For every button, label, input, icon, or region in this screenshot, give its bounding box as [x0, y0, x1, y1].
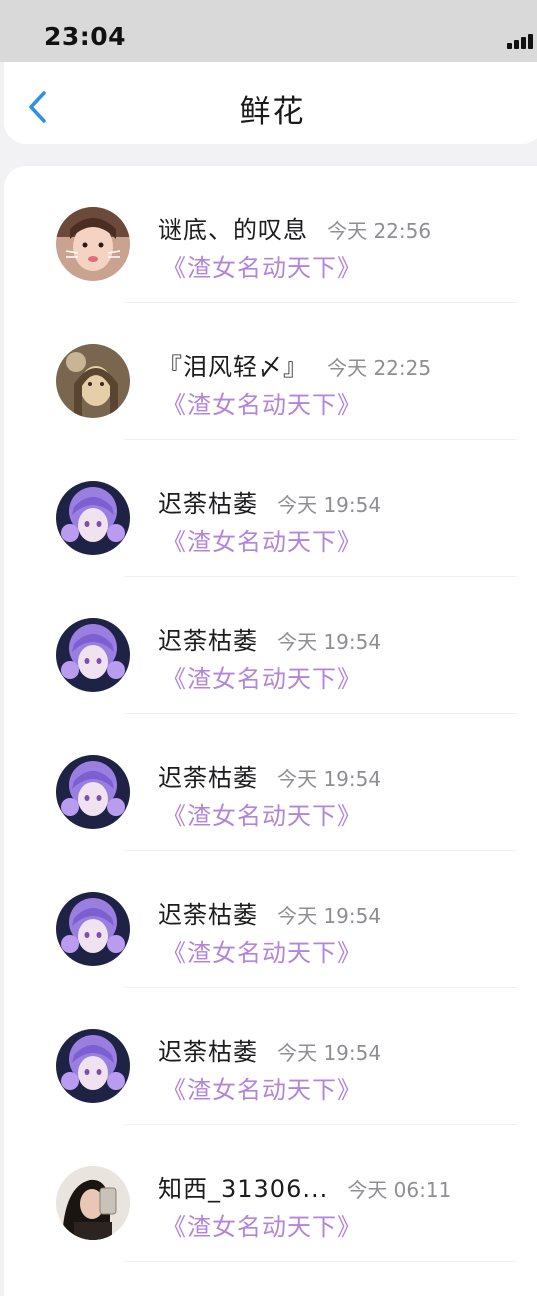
- list-item[interactable]: 谜底、的叹息 今天 22:56 《渣女名动天下》: [4, 166, 537, 303]
- timestamp: 今天 06:11: [347, 1178, 452, 1202]
- timestamp: 今天 22:25: [327, 356, 432, 380]
- list-item[interactable]: 迟荼枯萎 今天 19:54 《渣女名动天下》: [4, 714, 537, 851]
- user-name: 谜底、的叹息: [158, 216, 308, 244]
- avatar: [56, 481, 130, 555]
- gift-book-title: 《渣女名动天下》: [162, 939, 362, 967]
- signal-icon: [507, 33, 537, 49]
- gift-book-title: 《渣女名动天下》: [162, 1213, 362, 1241]
- gift-book-title: 《渣女名动天下》: [162, 528, 362, 556]
- avatar: [56, 207, 130, 281]
- timestamp: 今天 19:54: [277, 1041, 382, 1065]
- user-name: 『泪风轻〆』: [158, 353, 308, 381]
- timestamp: 今天 22:56: [327, 219, 432, 243]
- list-item[interactable]: 『泪风轻〆』 今天 22:25 《渣女名动天下》: [4, 303, 537, 440]
- list-item[interactable]: 迟荼枯萎 今天 19:54 《渣女名动天下》: [4, 440, 537, 577]
- user-name: 知西_31306...: [158, 1175, 329, 1203]
- avatar: [56, 755, 130, 829]
- list-item[interactable]: 迟荼枯萎 今天 19:54 《渣女名动天下》: [4, 988, 537, 1125]
- flower-list: 谜底、的叹息 今天 22:56 《渣女名动天下》 『泪风轻〆』 今天 22:25…: [4, 166, 537, 1296]
- avatar: [56, 892, 130, 966]
- user-name: 迟荼枯萎: [158, 490, 258, 518]
- user-name: 迟荼枯萎: [158, 627, 258, 655]
- list-item[interactable]: 迟荼枯萎 今天 19:54 《渣女名动天下》: [4, 851, 537, 988]
- timestamp: 今天 19:54: [277, 904, 382, 928]
- gift-book-title: 《渣女名动天下》: [162, 1076, 362, 1104]
- avatar: [56, 1029, 130, 1103]
- gift-book-title: 《渣女名动天下》: [162, 391, 362, 419]
- gift-book-title: 《渣女名动天下》: [162, 665, 362, 693]
- page-title: 鲜花: [239, 94, 306, 130]
- divider: [124, 1261, 517, 1262]
- list-item[interactable]: 知西_31306... 今天 06:11 《渣女名动天下》: [4, 1125, 537, 1262]
- gift-book-title: 《渣女名动天下》: [162, 802, 362, 830]
- user-name: 迟荼枯萎: [158, 1038, 258, 1066]
- timestamp: 今天 19:54: [277, 630, 382, 654]
- timestamp: 今天 19:54: [277, 767, 382, 791]
- status-bar: 23:04: [0, 0, 537, 62]
- nav-bar: 鲜花: [4, 62, 537, 144]
- avatar: [56, 344, 130, 418]
- list-item[interactable]: 迟荼枯萎 今天 19:54 《渣女名动天下》: [4, 577, 537, 714]
- status-time: 23:04: [44, 22, 127, 51]
- gift-book-title: 《渣女名动天下》: [162, 254, 362, 282]
- timestamp: 今天 19:54: [277, 493, 382, 517]
- avatar: [56, 618, 130, 692]
- user-name: 迟荼枯萎: [158, 764, 258, 792]
- avatar: [56, 1166, 130, 1240]
- user-name: 迟荼枯萎: [158, 901, 258, 929]
